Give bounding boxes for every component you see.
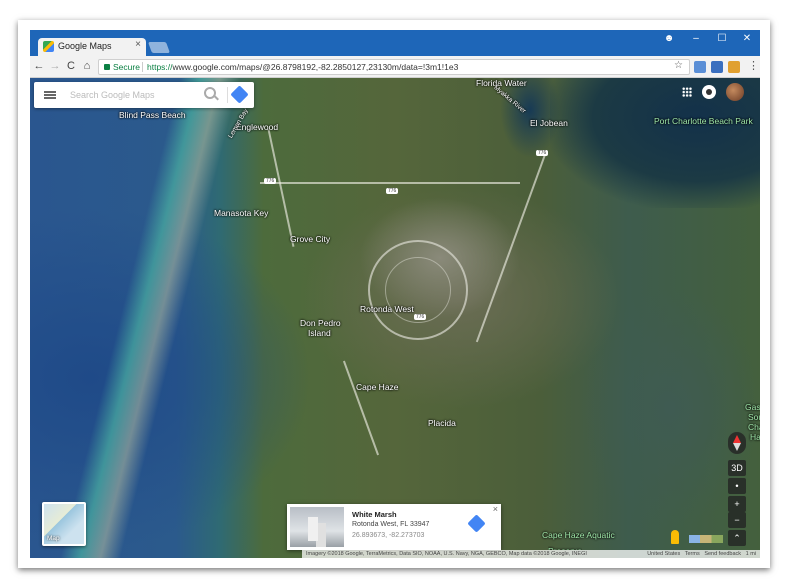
tilt-3d-button[interactable]: 3D (728, 460, 746, 476)
search-divider (227, 87, 228, 103)
search-box (34, 82, 254, 108)
imagery-thumbnails[interactable] (689, 535, 723, 543)
terms-link[interactable]: Terms (685, 551, 700, 557)
tab-title: Google Maps (58, 41, 112, 51)
map-label-manasota-key[interactable]: Manasota Key (214, 208, 268, 218)
lock-icon (104, 64, 110, 70)
browser-window: Google Maps × ☻ – ☐ ✕ ← → C ⌂ Secure htt… (30, 30, 760, 558)
url-protocol: https:// (147, 62, 173, 72)
bookmark-star-icon[interactable]: ☆ (674, 60, 683, 71)
compass-icon[interactable] (728, 432, 746, 454)
map-label-ha: Ha (750, 432, 760, 442)
map-label-island[interactable]: Island (308, 328, 331, 338)
pegman-icon[interactable] (671, 530, 679, 544)
tab-google-maps[interactable]: Google Maps × (38, 38, 146, 56)
browser-menu-icon[interactable]: ⋮ (748, 59, 759, 72)
road-englewood (267, 129, 295, 247)
place-name: White Marsh (352, 510, 397, 519)
road-cape-haze (342, 360, 380, 456)
map-label-cha: Cha (748, 422, 760, 432)
extension-icon-1[interactable] (694, 61, 706, 73)
satellite-map[interactable]: Blind Pass Beach Englewood Manasota Key … (30, 78, 760, 558)
map-label-el-jobean[interactable]: El Jobean (530, 118, 568, 128)
place-card[interactable]: White Marsh Rotonda West, FL 33947 26.89… (287, 504, 501, 550)
map-label-florida-water[interactable]: Florida Water (476, 78, 527, 88)
attribution-links: United States Terms Send feedback 1 mi (647, 550, 756, 558)
forward-button[interactable]: → (48, 60, 62, 72)
map-label-rotonda-west[interactable]: Rotonda West (360, 304, 414, 314)
profile-icon[interactable]: ☻ (661, 33, 677, 44)
close-button[interactable]: ✕ (739, 33, 755, 44)
attribution-text: Imagery ©2018 Google, TerraMetrics, Data… (306, 551, 587, 557)
map-label-port-charlotte-beach-park[interactable]: Port Charlotte Beach Park (654, 116, 753, 126)
road-shield-776: 776 (414, 314, 427, 320)
place-photo[interactable] (290, 507, 344, 547)
notifications-icon[interactable] (702, 85, 716, 99)
search-icon[interactable] (204, 87, 216, 99)
layer-toggle-button[interactable]: Map (42, 502, 86, 546)
browser-toolbar: ← → C ⌂ Secure https://www.google.com/ma… (30, 56, 760, 78)
address-bar[interactable]: Secure https://www.google.com/maps/@26.8… (98, 59, 690, 75)
extension-icon-3[interactable] (728, 61, 740, 73)
map-label-cape-haze[interactable]: Cape Haze (356, 382, 399, 392)
country-link[interactable]: United States (647, 551, 680, 557)
url-text[interactable]: https://www.google.com/maps/@26.8798192,… (147, 62, 458, 72)
scale-label[interactable]: 1 mi (746, 551, 756, 557)
place-coordinates: 26.893673, -82.273703 (352, 532, 425, 539)
title-bar: Google Maps × ☻ – ☐ ✕ (30, 30, 760, 56)
search-input[interactable] (70, 88, 200, 102)
avatar[interactable] (726, 83, 744, 101)
google-apps-icon[interactable] (682, 87, 692, 97)
home-button[interactable]: ⌂ (80, 60, 94, 72)
place-address: Rotonda West, FL 33947 (352, 521, 430, 528)
secure-label: Secure (113, 62, 140, 72)
tab-close-icon[interactable]: × (135, 39, 141, 50)
new-tab-button[interactable] (147, 42, 171, 53)
road-shield-776: 776 (386, 188, 399, 194)
attribution-bar: Imagery ©2018 Google, TerraMetrics, Data… (302, 550, 760, 558)
minimize-button[interactable]: – (688, 33, 704, 44)
directions-icon[interactable] (230, 85, 249, 104)
road-shield-776: 776 (536, 150, 549, 156)
layer-toggle-label: Map (47, 535, 60, 542)
map-label-sou: Sou (748, 412, 760, 422)
maximize-button[interactable]: ☐ (714, 33, 730, 44)
close-icon[interactable]: × (493, 504, 498, 514)
omnibox-divider (142, 62, 143, 72)
coastline (60, 78, 241, 558)
reload-button[interactable]: C (64, 60, 78, 72)
map-label-blind-pass-beach[interactable]: Blind Pass Beach (119, 110, 186, 120)
extension-icon-2[interactable] (711, 61, 723, 73)
google-maps-favicon-icon (43, 41, 54, 52)
map-label-don-pedro[interactable]: Don Pedro (300, 318, 341, 328)
directions-icon[interactable] (467, 514, 486, 533)
expand-imagery-button[interactable]: ⌃ (728, 530, 746, 546)
url-path: www.google.com/maps/@26.8798192,-82.2850… (172, 62, 459, 72)
send-feedback-link[interactable]: Send feedback (704, 551, 741, 557)
my-location-button[interactable]: • (728, 478, 746, 494)
map-label-gas[interactable]: Gas (745, 402, 760, 412)
menu-hamburger-icon[interactable] (44, 91, 56, 99)
zoom-out-button[interactable]: − (728, 512, 746, 528)
map-label-grove-city[interactable]: Grove City (290, 234, 330, 244)
map-label-placida[interactable]: Placida (428, 418, 456, 428)
map-label-cape-haze-aquatic[interactable]: Cape Haze Aquatic (542, 530, 615, 540)
zoom-in-button[interactable]: + (728, 496, 746, 512)
road-shield-776: 776 (264, 178, 277, 184)
back-button[interactable]: ← (32, 60, 46, 72)
road-776 (260, 182, 520, 184)
